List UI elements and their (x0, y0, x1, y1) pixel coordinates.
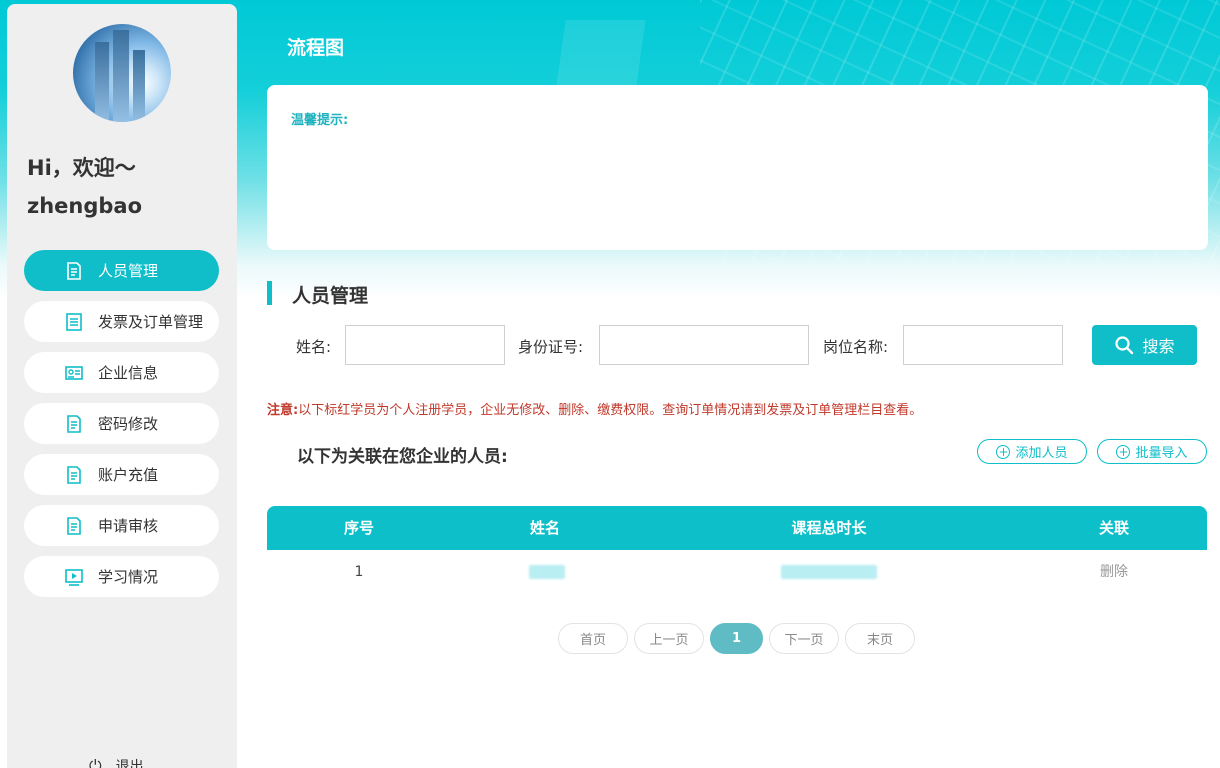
column-header-action: 关联 (1098, 519, 1130, 537)
avatar[interactable] (73, 24, 171, 122)
sidebar-item-learning[interactable]: 学习情况 (24, 556, 219, 597)
document-icon (64, 465, 84, 485)
sidebar-nav: 人员管理 发票及订单管理 企业信息 密码修改 账户充值 申请审核 学习情况 (24, 250, 219, 607)
sidebar-item-label: 账户充值 (98, 466, 159, 484)
pagination: 首页 上一页 1 下一页 末页 (0, 623, 1220, 654)
search-form: 姓名: 身份证号: 岗位名称: 搜索 (0, 325, 1220, 365)
current-page[interactable]: 1 (710, 623, 763, 654)
sidebar-item-label: 企业信息 (98, 364, 159, 382)
sidebar-item-label: 申请审核 (98, 517, 159, 535)
greeting-text: Hi，欢迎～ (27, 156, 136, 180)
sidebar-item-label: 人员管理 (98, 262, 159, 280)
section-title: 人员管理 (292, 285, 369, 307)
sidebar-item-review[interactable]: 申请审核 (24, 505, 219, 546)
search-icon (1115, 336, 1134, 355)
document-icon (64, 516, 84, 536)
tip-card: 温馨提示: (267, 85, 1208, 250)
row-name-redacted (529, 550, 565, 594)
list-heading: 以下为关联在您企业的人员: (297, 447, 508, 467)
table-header: 序号 姓名 课程总时长 关联 (267, 506, 1207, 550)
notice-prefix: 注意: (267, 403, 299, 418)
video-icon (64, 567, 84, 587)
add-person-button[interactable]: + 添加人员 (977, 439, 1087, 464)
sidebar-item-password[interactable]: 密码修改 (24, 403, 219, 444)
search-button[interactable]: 搜索 (1092, 325, 1197, 365)
next-page-button[interactable]: 下一页 (769, 623, 839, 654)
search-button-label: 搜索 (1142, 337, 1175, 356)
column-header-name: 姓名 (529, 519, 561, 537)
section-marker (267, 281, 272, 305)
notice-text: 注意:以下标红学员为个人注册学员，企业无修改、删除、缴费权限。查询订单情况请到发… (267, 399, 922, 418)
add-person-label: 添加人员 (1015, 446, 1068, 461)
batch-import-button[interactable]: + 批量导入 (1097, 439, 1207, 464)
first-page-button[interactable]: 首页 (558, 623, 628, 654)
logout-button[interactable]: ⏻ 退出 (89, 756, 144, 768)
row-duration-redacted (781, 550, 877, 594)
post-name-label: 岗位名称: (823, 338, 889, 356)
table-row: 1 删除 (267, 550, 1207, 594)
tip-label: 温馨提示: (291, 113, 349, 128)
notice-body: 以下标红学员为个人注册学员，企业无修改、删除、缴费权限。查询订单情况请到发票及订… (298, 403, 923, 418)
sidebar-item-label: 学习情况 (98, 568, 159, 586)
document-icon (64, 261, 84, 281)
name-input[interactable] (345, 325, 505, 365)
sidebar-item-recharge[interactable]: 账户充值 (24, 454, 219, 495)
post-name-input[interactable] (903, 325, 1063, 365)
batch-import-label: 批量导入 (1135, 446, 1188, 461)
row-index: 1 (354, 564, 364, 580)
sidebar-item-label: 密码修改 (98, 415, 159, 433)
plus-circle-icon: + (996, 444, 1011, 459)
prev-page-button[interactable]: 上一页 (634, 623, 704, 654)
id-card-icon (64, 363, 84, 383)
column-header-duration: 课程总时长 (791, 519, 867, 537)
column-header-index: 序号 (343, 519, 375, 537)
plus-circle-icon: + (1116, 444, 1131, 459)
username: zhengbao (27, 194, 143, 218)
power-icon: ⏻ (89, 756, 102, 768)
sidebar-item-personnel[interactable]: 人员管理 (24, 250, 219, 291)
greeting: Hi，欢迎～ zhengbao (27, 149, 227, 225)
logout-label: 退出 (115, 759, 144, 768)
name-label: 姓名: (296, 338, 332, 356)
personnel-table: 序号 姓名 课程总时长 关联 1 删除 (267, 506, 1207, 594)
last-page-button[interactable]: 末页 (845, 623, 915, 654)
document-icon (64, 414, 84, 434)
delete-link[interactable]: 删除 (1100, 550, 1128, 594)
page-title: 流程图 (287, 37, 345, 59)
id-number-label: 身份证号: (518, 338, 584, 356)
id-number-input[interactable] (599, 325, 809, 365)
